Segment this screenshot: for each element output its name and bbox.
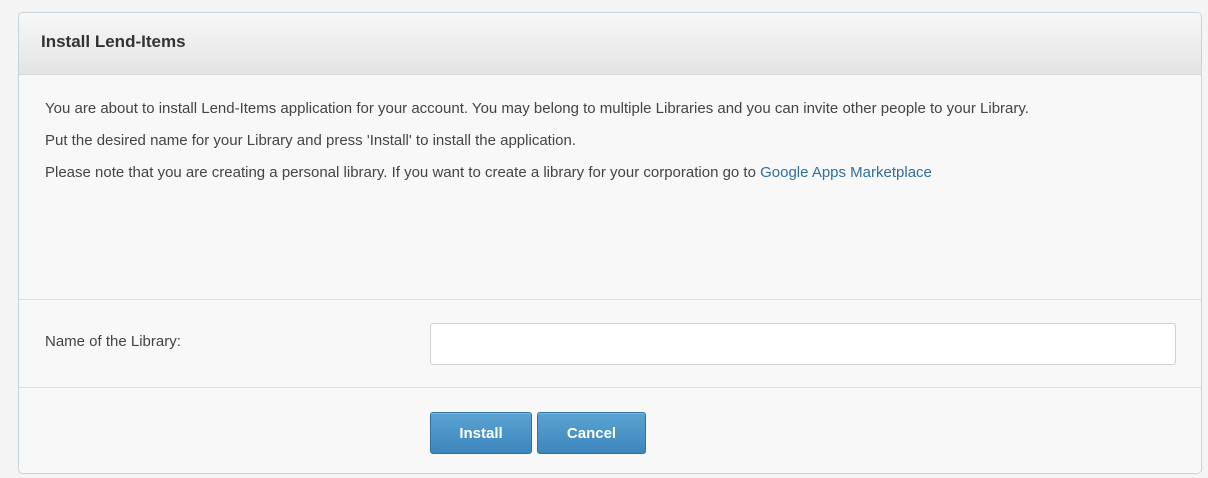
dialog-header: Install Lend-Items <box>19 13 1201 75</box>
intro-paragraph-1: You are about to install Lend-Items appl… <box>45 100 1029 117</box>
intro-paragraph-2: Put the desired name for your Library an… <box>45 132 577 149</box>
library-name-input[interactable] <box>430 323 1176 365</box>
intro-paragraph-3-text: Please note that you are creating a pers… <box>45 164 761 181</box>
cancel-button[interactable]: Cancel <box>537 412 646 454</box>
library-name-row: Name of the Library: <box>19 300 1201 388</box>
intro-paragraph-3: Please note that you are creating a pers… <box>45 157 1175 189</box>
install-button[interactable]: Install <box>430 412 532 454</box>
dialog-actions: Install Cancel <box>19 388 1201 473</box>
intro-text: You are about to install Lend-Items appl… <box>19 75 1201 300</box>
dialog-title: Install Lend-Items <box>41 31 186 51</box>
library-name-label: Name of the Library: <box>45 333 181 350</box>
google-apps-marketplace-link[interactable]: Google Apps Marketplace <box>760 164 932 181</box>
install-dialog: Install Lend-Items You are about to inst… <box>18 12 1202 474</box>
